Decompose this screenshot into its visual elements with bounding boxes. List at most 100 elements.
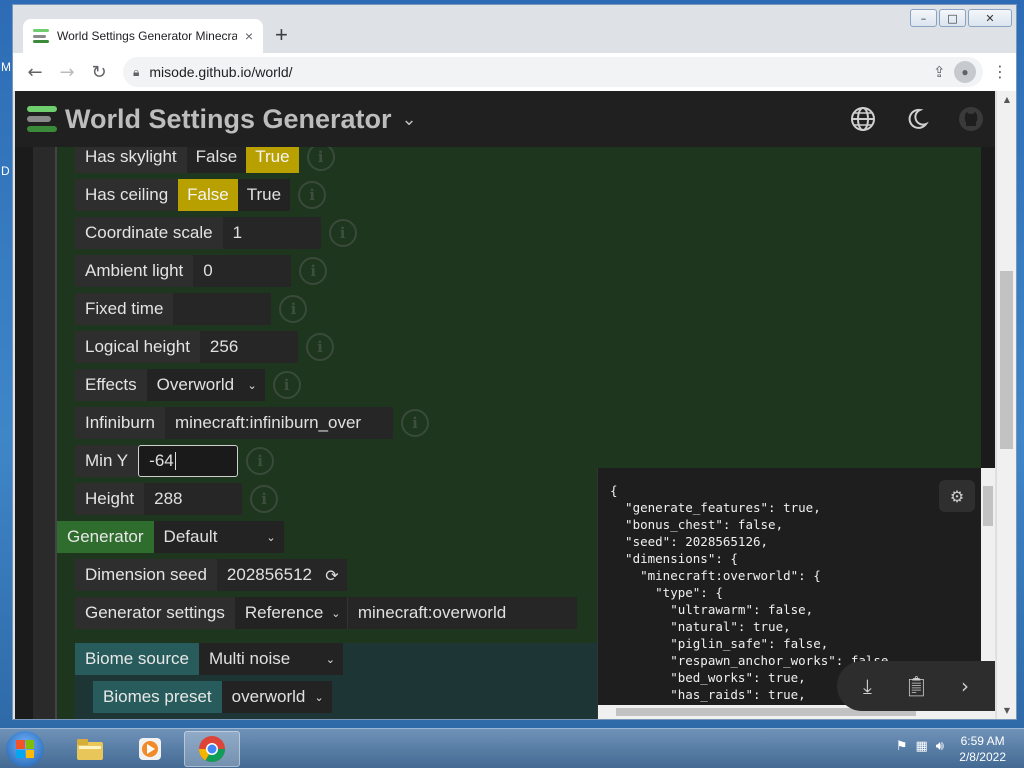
app-logo-icon[interactable] — [27, 106, 57, 132]
info-icon[interactable]: i — [400, 409, 429, 437]
action-center-flag-icon[interactable]: ⚑ — [896, 739, 908, 754]
address-bar[interactable]: 🔒︎ misode.github.io/world/ ⇪ ☆ — [123, 57, 983, 87]
taskbar: ⚑ ▦ 🔊︎ 6:59 AM 2/8/2022 — [0, 728, 1024, 768]
tab-close-icon[interactable]: × — [245, 28, 253, 44]
refresh-seed-icon[interactable]: ⟳ — [316, 559, 347, 591]
json-line: "generate_features": true, — [610, 500, 821, 515]
min-y-input[interactable]: -64 — [138, 445, 239, 477]
chrome-taskbar-button[interactable] — [184, 731, 240, 767]
json-line: "dimensions": { — [610, 551, 738, 566]
scroll-down-arrow-icon[interactable]: ▼ — [997, 706, 1017, 715]
json-line: "minecraft:overworld": { — [610, 568, 821, 583]
biome-source-select[interactable]: Multi noise ⌄ — [198, 643, 343, 675]
info-icon[interactable]: i — [299, 257, 328, 285]
browser-menu-icon[interactable]: ⋮ — [992, 62, 1008, 81]
language-icon[interactable] — [849, 105, 877, 133]
forward-arrow-icon[interactable]: → — [51, 62, 83, 83]
has-ceiling-false-option[interactable]: False — [178, 179, 238, 211]
network-icon[interactable]: ▦ — [916, 739, 928, 754]
info-icon[interactable]: i — [279, 295, 308, 323]
chevron-down-icon[interactable]: ⌄ — [402, 109, 417, 130]
start-button[interactable] — [6, 731, 44, 767]
infiniburn-row: Infiniburn minecraft:infiniburn_over i — [75, 407, 429, 439]
download-icon[interactable]: ⤓ — [863, 674, 872, 698]
has-ceiling-row: Has ceiling False True i — [75, 179, 327, 211]
scrollbar-thumb[interactable] — [1000, 271, 1013, 449]
has-ceiling-true-option[interactable]: True — [237, 179, 291, 211]
new-tab-button[interactable]: + — [275, 24, 288, 46]
dimension-seed-label: Dimension seed — [75, 559, 217, 591]
height-row: Height 288 i — [75, 483, 279, 515]
taskbar-clock[interactable]: 6:59 AM 2/8/2022 — [959, 733, 1006, 765]
minimize-button[interactable]: – — [910, 9, 937, 27]
info-icon[interactable]: i — [298, 181, 327, 209]
lock-icon[interactable]: 🔒︎ — [133, 65, 139, 80]
infiniburn-input[interactable]: minecraft:infiniburn_over — [164, 407, 393, 439]
desktop-icon-fragment: M — [1, 60, 11, 74]
effects-label: Effects — [75, 369, 147, 401]
share-icon[interactable]: ⇪ — [933, 63, 946, 81]
ambient-light-label: Ambient light — [75, 255, 194, 287]
browser-tab[interactable]: World Settings Generator Minecraft × — [23, 19, 263, 53]
dimension-seed-input[interactable]: 202856512 — [216, 559, 317, 591]
window-controls: – □ ✕ — [910, 9, 1012, 27]
effects-select[interactable]: Overworld ⌄ — [146, 369, 265, 401]
system-tray: ⚑ ▦ 🔊︎ — [896, 739, 944, 754]
generator-label: Generator — [57, 521, 154, 553]
generator-settings-mode-value: Reference — [244, 603, 324, 622]
profile-avatar-icon[interactable]: ● — [954, 61, 976, 83]
fixed-time-input[interactable] — [173, 293, 272, 325]
app-header: World Settings Generator ⌄ — [15, 91, 995, 147]
desktop-icon-fragment: D — [1, 164, 10, 178]
page-viewport: World Settings Generator ⌄ Has skylight … — [15, 91, 995, 719]
chevron-down-icon: ⌄ — [266, 530, 276, 544]
back-arrow-icon[interactable]: ← — [19, 62, 51, 83]
browser-window: – □ ✕ World Settings Generator Minecraft… — [12, 4, 1017, 720]
logical-height-input[interactable]: 256 — [199, 331, 298, 363]
reload-icon[interactable]: ↻ — [83, 62, 115, 83]
volume-icon[interactable]: 🔊︎ — [936, 739, 944, 754]
dark-mode-moon-icon[interactable] — [903, 105, 931, 133]
page-title[interactable]: World Settings Generator — [65, 104, 392, 135]
generator-select[interactable]: Default ⌄ — [153, 521, 284, 553]
info-icon[interactable]: i — [306, 143, 335, 171]
browser-toolbar: ← → ↻ 🔒︎ misode.github.io/world/ ⇪ ☆ ● ⋮ — [13, 53, 1016, 91]
biomes-preset-value: overworld — [231, 687, 306, 706]
maximize-button[interactable]: □ — [939, 9, 966, 27]
explorer-taskbar-button[interactable] — [62, 731, 118, 767]
scroll-up-arrow-icon[interactable]: ▲ — [997, 95, 1017, 104]
biome-source-value: Multi noise — [208, 649, 291, 668]
media-player-icon — [139, 738, 161, 760]
media-player-taskbar-button[interactable] — [122, 731, 178, 767]
clock-date: 2/8/2022 — [959, 750, 1006, 764]
info-icon[interactable]: i — [272, 371, 301, 399]
ambient-light-input[interactable]: 0 — [193, 255, 292, 287]
dimension-seed-row: Dimension seed 202856512 ⟳ — [75, 559, 347, 591]
info-icon[interactable]: i — [305, 333, 334, 361]
json-line: "seed": 2028565126, — [610, 534, 769, 549]
page-vertical-scrollbar[interactable]: ▲ ▼ — [996, 91, 1016, 719]
info-icon[interactable]: i — [328, 219, 357, 247]
gear-icon[interactable]: ⚙ — [939, 480, 975, 512]
generator-row: Generator Default ⌄ — [57, 521, 284, 553]
height-label: Height — [75, 483, 145, 515]
coordinate-scale-input[interactable]: 1 — [222, 217, 321, 249]
windows-logo-icon — [16, 740, 34, 758]
generator-settings-label: Generator settings — [75, 597, 235, 629]
generator-settings-mode-select[interactable]: Reference ⌄ — [234, 597, 347, 629]
chevron-right-icon[interactable]: › — [961, 674, 969, 698]
github-icon[interactable] — [957, 105, 985, 133]
height-input[interactable]: 288 — [144, 483, 243, 515]
chrome-icon — [198, 736, 226, 763]
info-icon[interactable]: i — [246, 447, 275, 475]
effects-row: Effects Overworld ⌄ i — [75, 369, 301, 401]
effects-value: Overworld — [156, 375, 235, 394]
collapse-rail[interactable] — [33, 147, 57, 719]
generator-settings-input[interactable]: minecraft:overworld — [346, 597, 577, 629]
close-window-button[interactable]: ✕ — [968, 9, 1012, 27]
biomes-preset-select[interactable]: overworld ⌄ — [221, 681, 332, 713]
info-icon[interactable]: i — [250, 485, 279, 513]
copy-clipboard-icon[interactable]: 📋︎ — [904, 674, 929, 698]
url-text[interactable]: misode.github.io/world/ — [149, 64, 292, 80]
biome-source-row: Biome source Multi noise ⌄ — [75, 643, 343, 675]
